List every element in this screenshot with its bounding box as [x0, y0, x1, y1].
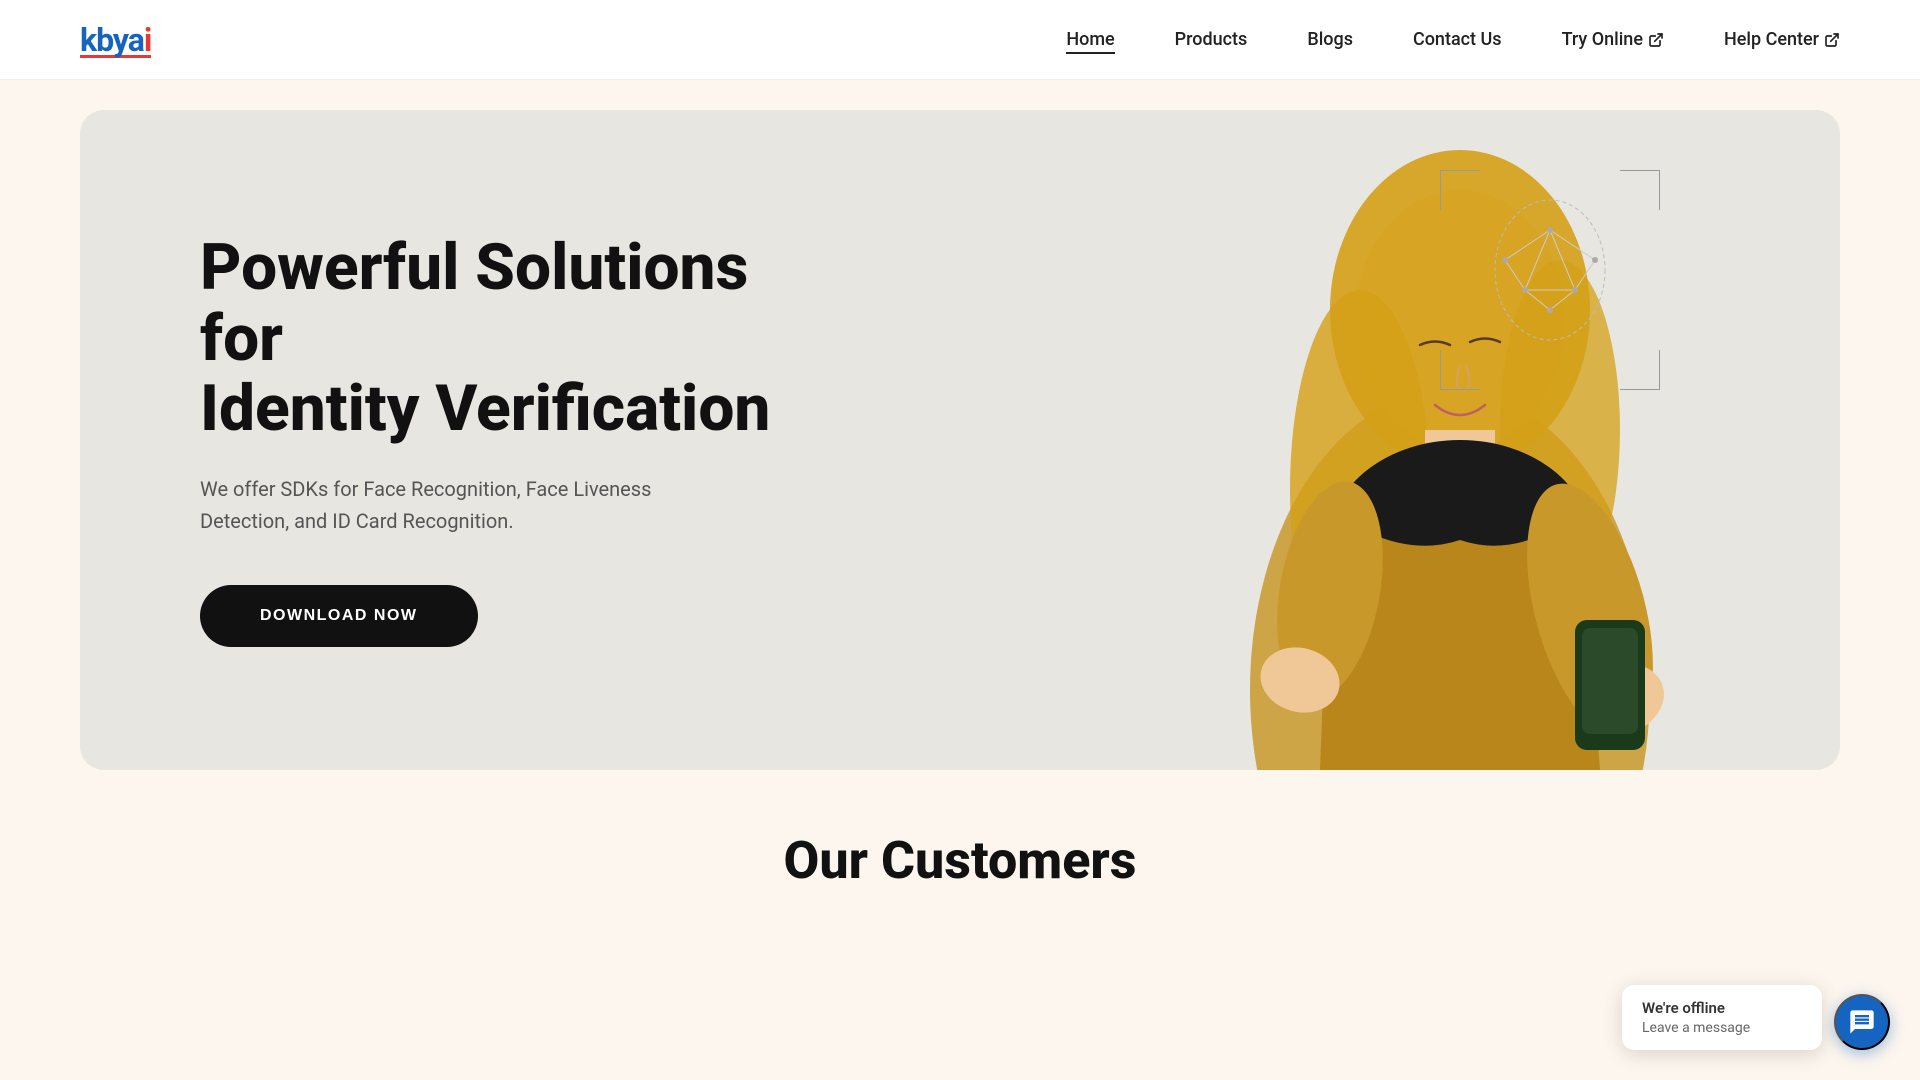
our-customers-heading: Our Customers	[80, 830, 1840, 891]
logo-i: i	[144, 21, 151, 59]
nav-item-products[interactable]: Products	[1175, 29, 1248, 50]
nav-item-blogs[interactable]: Blogs	[1307, 29, 1353, 50]
nav-link-blogs[interactable]: Blogs	[1307, 29, 1353, 50]
chat-message-icon	[1848, 1008, 1876, 1036]
hero-content: Powerful Solutions for Identity Verifica…	[80, 233, 780, 646]
chat-bubble: We're offline Leave a message	[1622, 985, 1822, 1050]
hero-subtitle: We offer SDKs for Face Recognition, Face…	[200, 473, 680, 537]
hero-wrapper: Powerful Solutions for Identity Verifica…	[0, 80, 1920, 770]
external-link-icon	[1648, 32, 1664, 48]
nav-item-home[interactable]: Home	[1066, 29, 1114, 50]
hero-woman-figure	[1020, 110, 1840, 770]
nav-link-home[interactable]: Home	[1066, 29, 1114, 54]
nav-item-contact[interactable]: Contact Us	[1413, 29, 1502, 50]
hero-image-area	[1020, 110, 1840, 770]
nav-links: Home Products Blogs Contact Us Try Onlin…	[1066, 29, 1840, 50]
face-recognition-overlay	[1440, 170, 1660, 390]
download-now-button[interactable]: DOWNLOAD NOW	[200, 585, 478, 647]
chat-open-button[interactable]	[1834, 994, 1890, 1050]
nav-link-help-center[interactable]: Help Center	[1724, 29, 1840, 50]
hero-title: Powerful Solutions for Identity Verifica…	[200, 233, 780, 444]
logo-kby: kby	[80, 21, 128, 59]
nav-item-help-center[interactable]: Help Center	[1724, 29, 1840, 50]
chat-widget: We're offline Leave a message	[1622, 985, 1890, 1050]
our-customers-section: Our Customers	[0, 770, 1920, 911]
logo[interactable]: kbyai	[80, 21, 151, 58]
navbar: kbyai Home Products Blogs Contact Us Try…	[0, 0, 1920, 80]
nav-link-contact[interactable]: Contact Us	[1413, 29, 1502, 50]
hero-section: Powerful Solutions for Identity Verifica…	[80, 110, 1840, 770]
nav-item-try-online[interactable]: Try Online	[1562, 29, 1664, 50]
logo-a: a	[128, 21, 144, 59]
nav-link-products[interactable]: Products	[1175, 29, 1248, 50]
nav-link-try-online[interactable]: Try Online	[1562, 29, 1664, 50]
chat-action: Leave a message	[1642, 1020, 1802, 1036]
chat-status: We're offline	[1642, 999, 1802, 1017]
external-link-icon-2	[1824, 32, 1840, 48]
